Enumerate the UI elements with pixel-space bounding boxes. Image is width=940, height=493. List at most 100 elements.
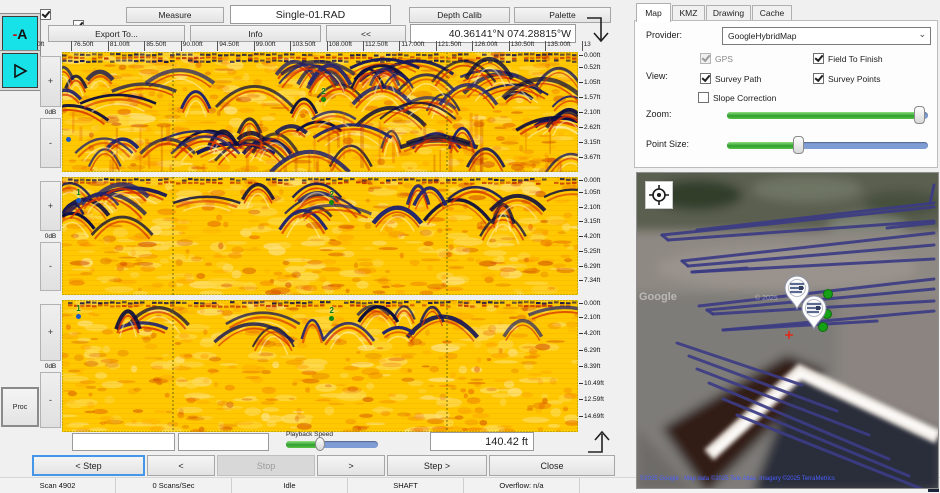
transport-step-button[interactable]: Step > bbox=[387, 455, 487, 476]
filename-field[interactable]: Single-01.RAD bbox=[230, 5, 391, 24]
ruler-tick: 13 bbox=[582, 41, 618, 51]
map-copyright: ©2025 Google - Map data ©2025 Tele Atlas… bbox=[640, 476, 835, 482]
survey-marker[interactable] bbox=[66, 136, 71, 142]
marker-number: 2 bbox=[330, 307, 334, 315]
provider-value: GoogleHybridMap bbox=[723, 31, 918, 41]
copyright-watermark: © 2025 bbox=[755, 295, 778, 302]
depth-calib-button[interactable]: Depth Calib bbox=[409, 7, 510, 23]
slope-correction-label: Slope Correction bbox=[713, 93, 776, 103]
depth-tick: 10.49ft bbox=[579, 380, 604, 387]
gain-plus-button[interactable]: + bbox=[40, 304, 61, 361]
provider-combobox[interactable]: GoogleHybridMap ⌄ bbox=[722, 27, 931, 45]
tab-map[interactable]: Map bbox=[636, 3, 671, 22]
provider-label: Provider: bbox=[646, 30, 682, 40]
map-view[interactable]: Google © 2025 ©2025 Google - Map data ©2… bbox=[636, 172, 939, 489]
depth-tick: 1.57ft bbox=[579, 94, 600, 101]
survey-marker[interactable]: 1 bbox=[76, 189, 81, 203]
depth-tick: 2.10ft bbox=[579, 314, 600, 321]
survey-marker[interactable]: 2 bbox=[329, 191, 334, 205]
field-to-finish-checkbox[interactable]: Field To Finish bbox=[813, 53, 883, 64]
ruler-tick: 108.00ft bbox=[327, 41, 363, 51]
depth-tick: 6.29ft bbox=[579, 347, 600, 354]
depth-tick: 0.00ft bbox=[579, 300, 600, 307]
depth-scale-1: 0.00ft0.52ft1.05ft1.57ft2.10ft2.62ft3.15… bbox=[579, 52, 619, 172]
radar-section-3[interactable]: 12 bbox=[62, 300, 578, 432]
ruler-tick: 135.00ft bbox=[545, 41, 581, 51]
marker-number: 2 bbox=[321, 88, 325, 96]
gps-center-button[interactable] bbox=[645, 181, 673, 209]
marker-dot bbox=[76, 198, 81, 203]
gain-minus-button[interactable]: - bbox=[40, 242, 61, 292]
marker-dot bbox=[321, 97, 326, 102]
checkbox-box[interactable] bbox=[813, 53, 824, 64]
point-size-slider[interactable] bbox=[727, 142, 928, 149]
depth-tick: 4.20ft bbox=[579, 330, 600, 337]
slope-correction-checkbox[interactable]: Slope Correction bbox=[698, 92, 776, 103]
marker-number: 2 bbox=[330, 191, 334, 199]
export-to-button[interactable]: Export To... bbox=[48, 25, 185, 42]
playback-speed-slider[interactable] bbox=[286, 441, 378, 448]
distance-readout: 140.42 ft bbox=[430, 432, 534, 451]
depth-tick: 0.52ft bbox=[579, 64, 600, 71]
info-button[interactable]: Info bbox=[190, 25, 321, 42]
proc-button[interactable]: Proc bbox=[1, 387, 39, 427]
transport--button[interactable]: < bbox=[147, 455, 215, 476]
tab-kmz[interactable]: KMZ bbox=[672, 5, 705, 21]
gain-value-label: 0dB bbox=[40, 361, 61, 372]
status-segment: 0 Scans/Sec bbox=[116, 478, 232, 493]
toolbar-checkbox-1[interactable] bbox=[40, 9, 51, 20]
ruler-tick: 0ft bbox=[36, 41, 71, 51]
survey-path-checkbox[interactable]: Survey Path bbox=[700, 73, 761, 84]
transport-stop-button: Stop bbox=[217, 455, 315, 476]
playback-slider-thumb[interactable] bbox=[315, 437, 325, 451]
radar-section-1[interactable]: 2 bbox=[62, 52, 578, 172]
radar-section-2[interactable]: 12 bbox=[62, 177, 578, 295]
depth-scale-2: 0.00ft1.05ft2.10ft3.15ft4.20ft5.25ft6.29… bbox=[579, 177, 619, 295]
checkbox-box[interactable] bbox=[700, 73, 711, 84]
gain-minus-button[interactable]: - bbox=[40, 118, 61, 169]
marker-number: 1 bbox=[76, 305, 80, 313]
auto-gain-button[interactable]: -A bbox=[2, 16, 38, 51]
depth-tick: 2.10ft bbox=[579, 204, 600, 211]
gpr-application: { "toolbar": { "measure": "Measure", "fi… bbox=[0, 0, 940, 492]
measure-button[interactable]: Measure bbox=[126, 7, 224, 23]
zoom-slider-thumb[interactable] bbox=[914, 106, 925, 124]
depth-tick: 6.29ft bbox=[579, 263, 600, 270]
play-icon bbox=[11, 62, 29, 80]
checkbox-box[interactable] bbox=[813, 73, 824, 84]
input-box-1[interactable] bbox=[72, 433, 175, 451]
zoom-label: Zoom: bbox=[646, 109, 672, 119]
gps-checkbox[interactable]: GPS bbox=[700, 53, 733, 64]
zoom-slider[interactable] bbox=[727, 112, 928, 119]
transport--button[interactable]: > bbox=[317, 455, 385, 476]
survey-marker[interactable]: 2 bbox=[329, 307, 334, 321]
gain-column-3: +0dB- bbox=[40, 304, 61, 428]
tab-drawing[interactable]: Drawing bbox=[706, 5, 751, 21]
ruler-tick: 121.50ft bbox=[436, 41, 472, 51]
input-box-2[interactable] bbox=[178, 433, 269, 451]
ruler-tick: 99.00ft bbox=[254, 41, 290, 51]
transport-step-button[interactable]: < Step bbox=[32, 455, 145, 476]
gain-column-2: +0dB- bbox=[40, 181, 61, 291]
marker-dot bbox=[329, 200, 334, 205]
status-segment: Scan 4902 bbox=[0, 478, 116, 493]
transport-close-button[interactable]: Close bbox=[489, 455, 615, 476]
target-icon bbox=[649, 185, 669, 205]
tab-cache[interactable]: Cache bbox=[752, 5, 792, 21]
zoom-slider-fill bbox=[727, 112, 920, 119]
play-button[interactable] bbox=[2, 53, 38, 88]
checkbox-box[interactable] bbox=[700, 53, 711, 64]
survey-points-checkbox[interactable]: Survey Points bbox=[813, 73, 880, 84]
gain-minus-button[interactable]: - bbox=[40, 372, 61, 429]
gain-plus-button[interactable]: + bbox=[40, 56, 61, 107]
rewind-button[interactable]: << bbox=[326, 25, 406, 42]
ruler-tick: 90.00ft bbox=[181, 41, 217, 51]
gain-plus-button[interactable]: + bbox=[40, 181, 61, 231]
survey-marker[interactable]: 1 bbox=[76, 305, 81, 319]
survey-marker[interactable]: 2 bbox=[321, 88, 326, 102]
gain-column-1: +0dB- bbox=[40, 56, 61, 168]
field-to-finish-label: Field To Finish bbox=[828, 54, 883, 64]
checkbox-box[interactable] bbox=[698, 92, 709, 103]
scroll-up-icon[interactable] bbox=[585, 428, 615, 456]
point-size-slider-thumb[interactable] bbox=[793, 136, 804, 154]
